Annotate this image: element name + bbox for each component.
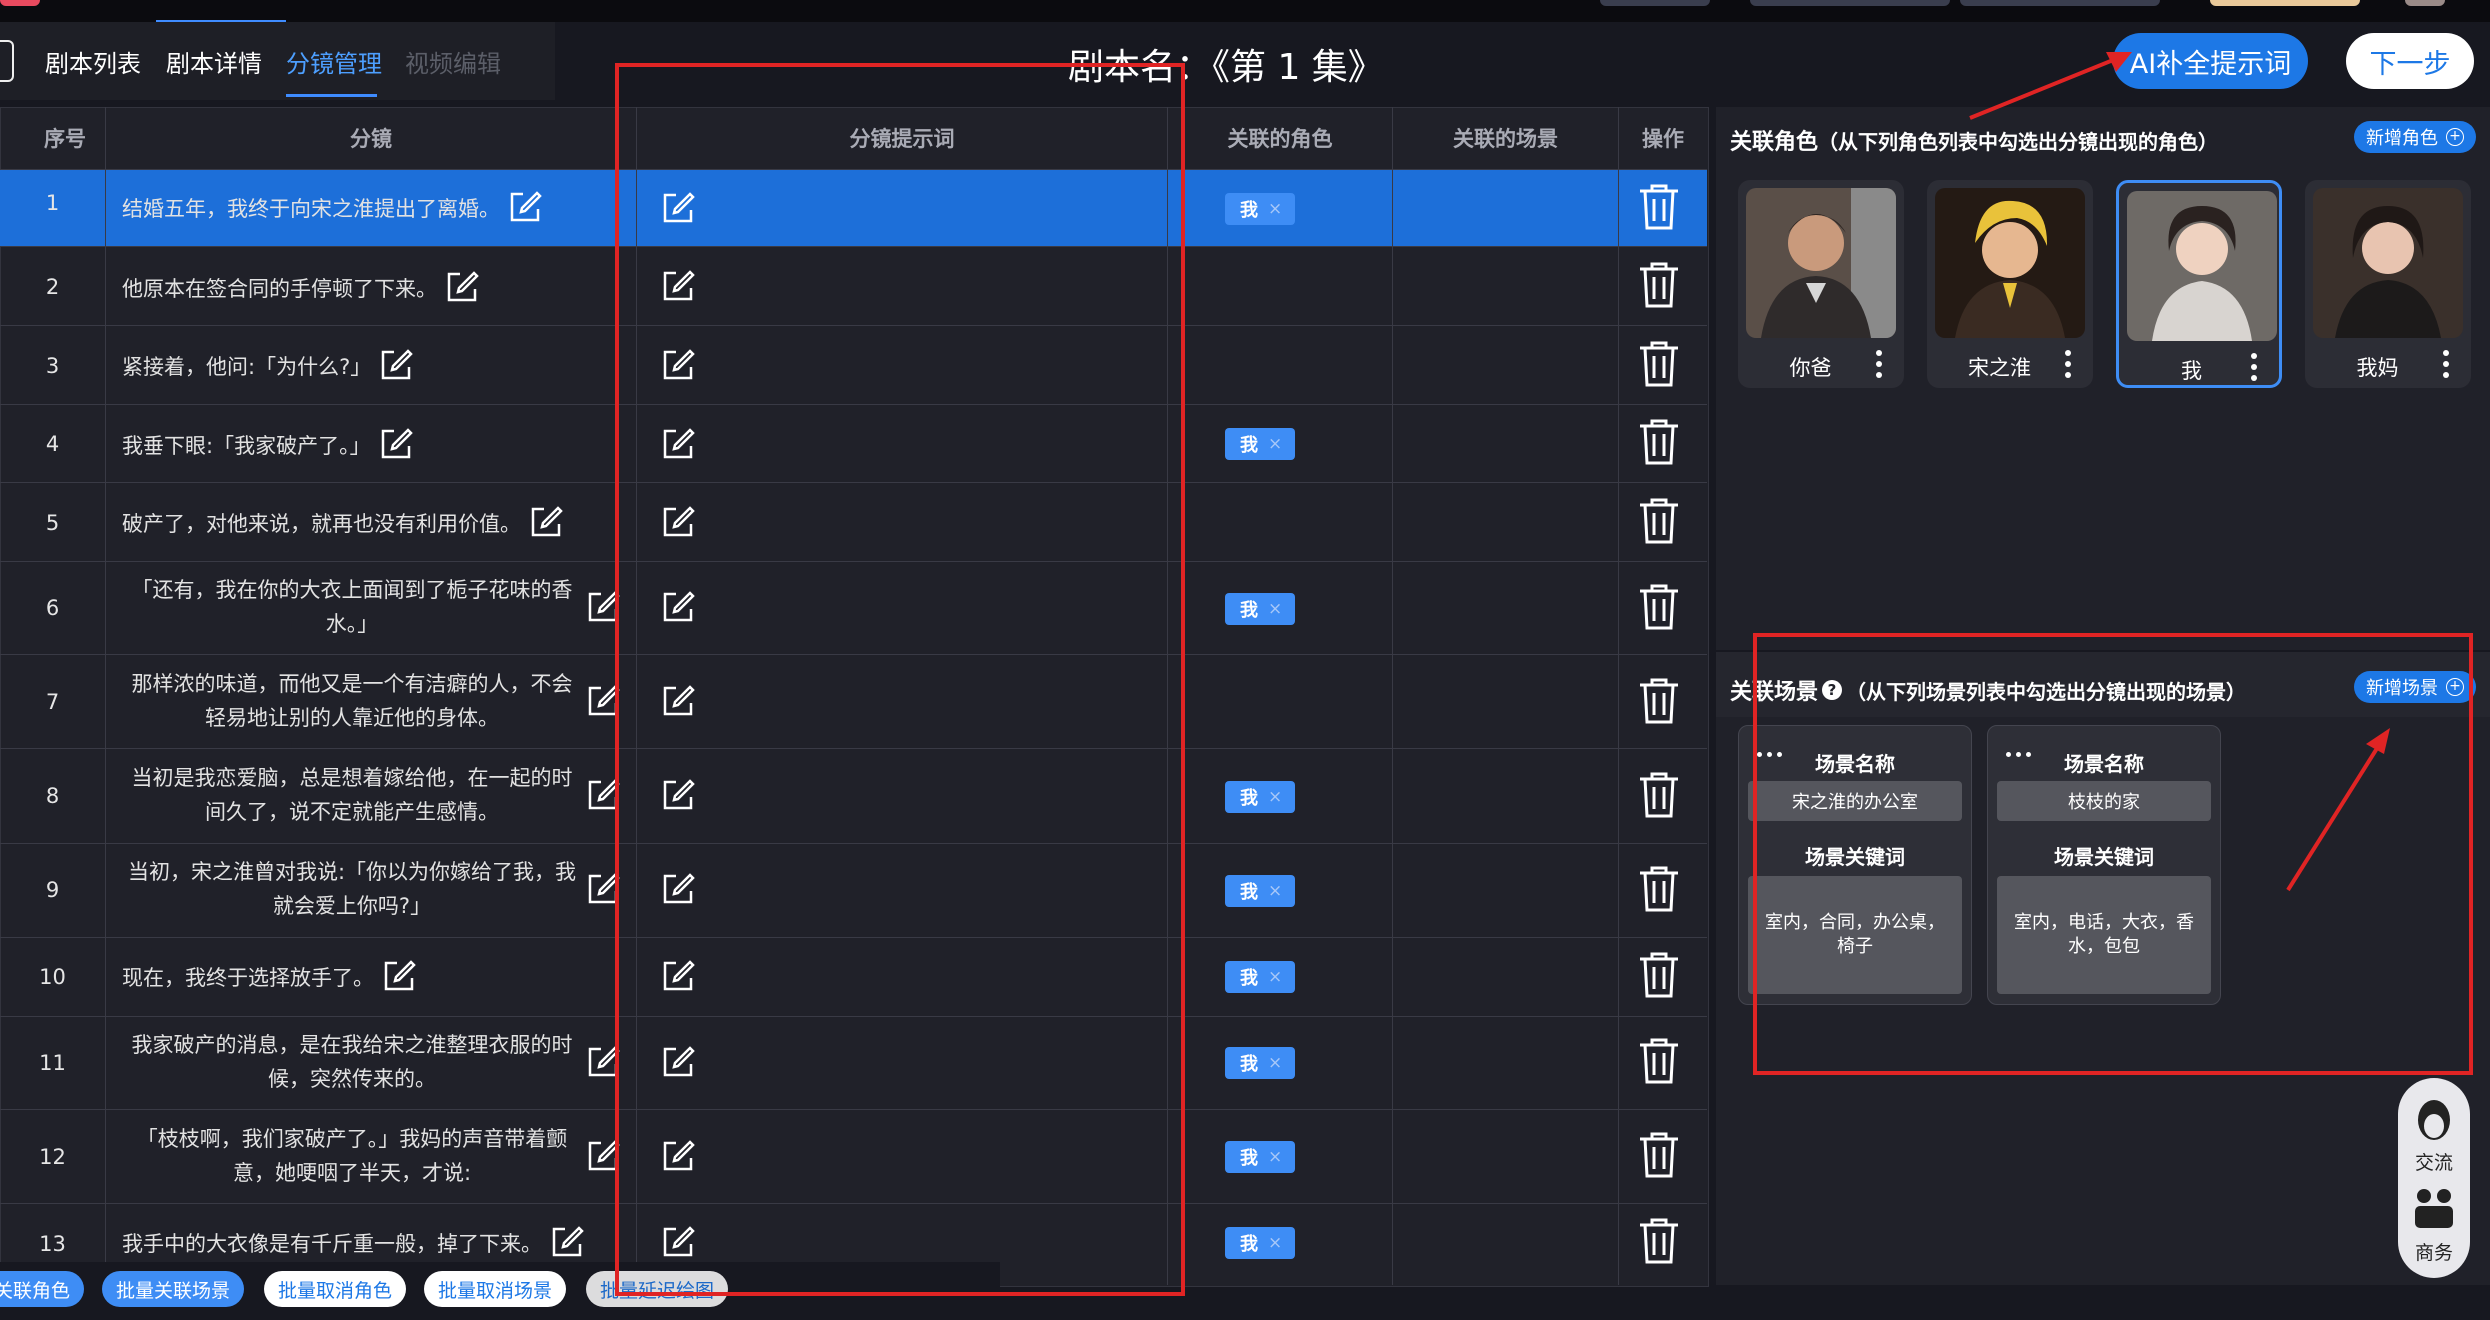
edit-icon[interactable] — [379, 427, 413, 461]
annotation-arrow — [1969, 52, 2132, 120]
add-role-button[interactable]: 新增角色 + — [2354, 121, 2476, 153]
row-index: 9 — [45, 878, 60, 902]
role-tag[interactable]: 我 × — [1225, 1227, 1295, 1259]
row-index: 11 — [39, 1051, 66, 1075]
edit-icon[interactable] — [508, 190, 542, 224]
delete-icon[interactable] — [1637, 497, 1681, 545]
tab-script-list[interactable]: 剧本列表 — [45, 44, 141, 79]
tab-script-detail[interactable]: 剧本详情 — [166, 44, 262, 79]
active-tab-underline — [286, 94, 377, 97]
more-icon[interactable] — [2065, 350, 2071, 378]
role-tag[interactable]: 我 × — [1225, 1047, 1295, 1079]
edit-icon[interactable] — [379, 348, 414, 382]
top-avatar — [2405, 0, 2445, 6]
shot-text: 结婚五年，我终于向宋之淮提出了离婚。 — [122, 190, 542, 226]
row-index: 3 — [45, 354, 60, 378]
chat-label: 交流 — [2414, 1152, 2453, 1174]
shot-text: 他原本在签合同的手停顿了下来。 — [122, 270, 479, 306]
row-index: 13 — [39, 1232, 66, 1256]
role-tag[interactable]: 我 × — [1225, 593, 1295, 625]
shot-text: 当初，宋之淮曾对我说:「你以为你嫁给了我，我 就会爱上你吗?」 — [127, 860, 577, 918]
row-index: 5 — [45, 511, 60, 535]
character-portrait — [1935, 188, 2085, 338]
nav-back-button[interactable] — [0, 40, 14, 82]
role-tag[interactable]: 我 × — [1225, 193, 1295, 225]
column-header-roles: 关联的角色 — [1227, 127, 1333, 151]
shot-text: 那样浓的味道，而他又是一个有洁癖的人，不会 轻易地让别的人靠近他的身体。 — [131, 672, 573, 730]
shot-text: 紧接着，他问:「为什么?」 — [122, 348, 414, 384]
more-icon[interactable] — [2251, 353, 2257, 381]
penguin-icon — [2418, 1100, 2450, 1140]
annotation-arrow — [2286, 728, 2390, 892]
shot-text: 「枝枝啊，我们家破产了。」我妈的声音带着颤 意，她哽咽了半天，才说: — [136, 1127, 568, 1185]
row-index: 10 — [39, 965, 66, 989]
shot-text: 我家破产的消息，是在我给宋之淮整理衣服的时 候，突然传来的。 — [131, 1033, 573, 1091]
character-card[interactable]: 宋之淮 — [1927, 180, 2093, 388]
row-index: 1 — [45, 191, 60, 215]
business-label: 商务 — [2414, 1242, 2453, 1264]
top-pill — [1750, 0, 1950, 6]
shot-text: 破产了，对他来说，就再也没有利用价值。 — [122, 505, 563, 541]
next-step-button[interactable]: 下一步 — [2346, 33, 2474, 89]
shot-text: 当初是我恋爱脑，总是想着嫁给他，在一起的时 间久了，说不定就能产生感情。 — [131, 766, 573, 824]
delete-icon[interactable] — [1637, 771, 1681, 819]
delete-icon[interactable] — [1637, 340, 1681, 388]
character-portrait — [2127, 191, 2277, 341]
delete-icon[interactable] — [1637, 1037, 1681, 1085]
annotation-box-prompt-column — [615, 63, 1185, 1296]
floating-contact-widget[interactable]: 交流 商务 — [2398, 1078, 2470, 1278]
column-header-actions: 操作 — [1642, 127, 1684, 151]
role-tag[interactable]: 我 × — [1225, 875, 1295, 907]
nav-top-indicator — [156, 20, 286, 22]
role-tag[interactable]: 我 × — [1225, 1141, 1295, 1173]
shot-text: 「还有，我在你的大衣上面闻到了栀子花味的香 水。」 — [131, 578, 573, 636]
business-icon — [2415, 1189, 2453, 1228]
top-logo-fragment — [0, 0, 40, 6]
character-card[interactable]: 你爸 — [1738, 180, 1904, 388]
edit-icon[interactable] — [445, 270, 479, 304]
tab-video-edit[interactable]: 视频编辑 — [405, 44, 501, 79]
row-index: 6 — [45, 596, 60, 620]
edit-icon[interactable] — [550, 1225, 584, 1259]
character-portrait — [2313, 188, 2463, 338]
delete-icon[interactable] — [1637, 1131, 1681, 1179]
edit-icon[interactable] — [529, 505, 563, 539]
row-index: 8 — [45, 784, 60, 808]
delete-icon[interactable] — [1637, 418, 1681, 466]
row-index: 2 — [45, 275, 60, 299]
column-header-shot: 分镜 — [350, 127, 392, 151]
batch-link-scene-button[interactable]: 批量关联场景 — [102, 1271, 244, 1307]
delete-icon[interactable] — [1637, 865, 1681, 913]
top-pill — [2210, 0, 2360, 6]
tab-storyboard[interactable]: 分镜管理 — [286, 44, 382, 79]
delete-icon[interactable] — [1637, 183, 1681, 231]
character-portrait — [1746, 188, 1896, 338]
delete-icon[interactable] — [1637, 1217, 1681, 1265]
edit-icon[interactable] — [382, 959, 416, 993]
role-tag[interactable]: 我 × — [1225, 781, 1295, 813]
shot-text: 现在，我终于选择放手了。 — [122, 959, 416, 995]
shot-text: 我手中的大衣像是有千斤重一般，掉了下来。 — [122, 1225, 584, 1261]
row-index: 4 — [45, 432, 60, 456]
shot-text: 我垂下眼:「我家破产了。」 — [122, 427, 413, 463]
delete-icon[interactable] — [1637, 677, 1681, 725]
row-index: 12 — [39, 1145, 66, 1169]
role-tag[interactable]: 我 × — [1225, 428, 1295, 460]
batch-unlink-scene-button[interactable]: 批量取消场景 — [424, 1271, 566, 1307]
plus-icon: + — [2446, 128, 2464, 146]
batch-unlink-role-button[interactable]: 批量取消角色 — [264, 1271, 406, 1307]
delete-icon[interactable] — [1637, 261, 1681, 309]
more-icon[interactable] — [2443, 350, 2449, 378]
more-icon[interactable] — [1876, 350, 1882, 378]
delete-icon[interactable] — [1637, 583, 1681, 631]
character-card[interactable]: 我妈 — [2305, 180, 2471, 388]
delete-icon[interactable] — [1637, 951, 1681, 999]
row-index: 7 — [45, 690, 60, 714]
column-header-scenes: 关联的场景 — [1453, 127, 1558, 151]
batch-link-role-button[interactable]: 关联角色 — [0, 1271, 84, 1307]
top-pill — [1960, 0, 2160, 6]
top-pill — [1600, 0, 1710, 6]
role-tag[interactable]: 我 × — [1225, 961, 1295, 993]
character-card-selected[interactable]: 我 — [2116, 180, 2282, 388]
